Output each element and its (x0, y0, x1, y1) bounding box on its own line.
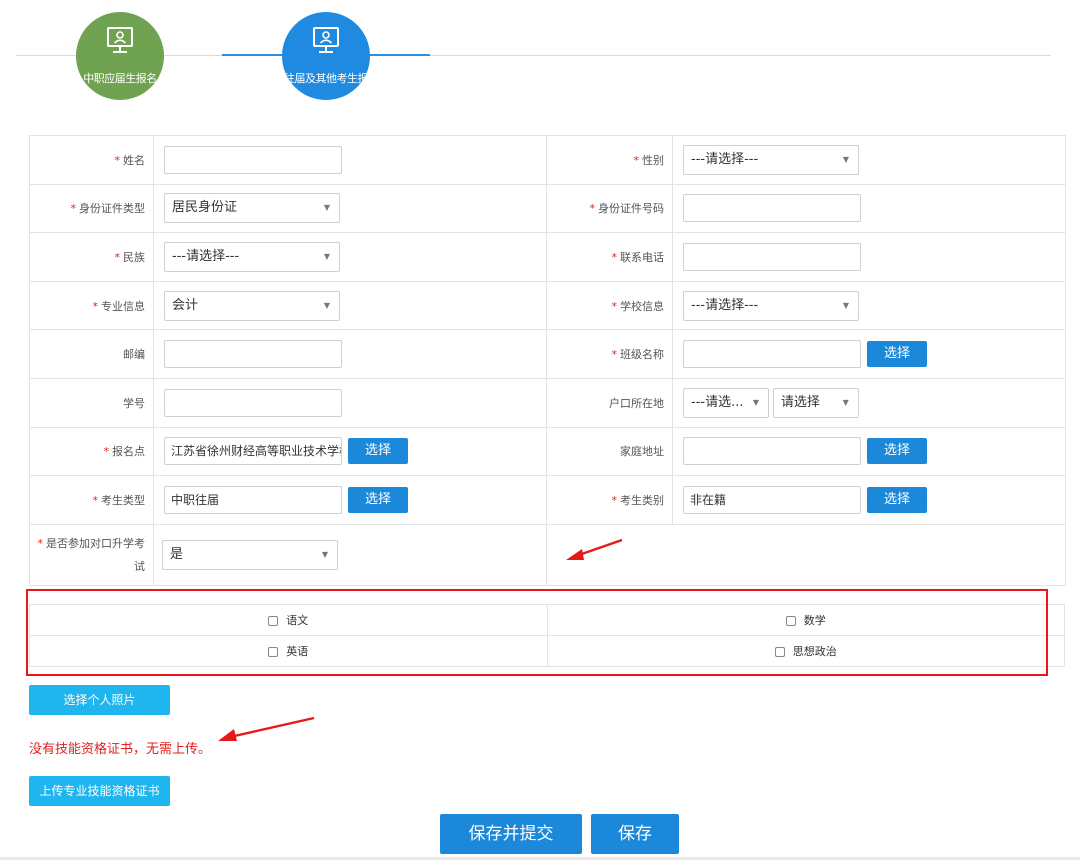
gender-select[interactable]: ---请选择--- ▼ (683, 144, 859, 175)
step-tabs: 中职应届生报名 往届及其他考生报 (0, 0, 1080, 110)
exam-category-label: * 考生类别 (546, 475, 673, 525)
site-select-button[interactable]: 选择 (348, 438, 408, 465)
form-row: * 报名点 江苏省徐州财经高等职业技术学校 选择 家庭地址 选择 (29, 426, 1066, 477)
step-label: 往届及其他考生报 (284, 72, 369, 85)
form-row: * 身份证件类型 居民身份证 ▼ * 身份证件号码 (29, 183, 1066, 234)
major-label: * 专业信息 (29, 280, 154, 331)
annotation-arrow (566, 538, 623, 560)
duikou-select[interactable]: 是 ▼ (162, 539, 338, 570)
id-number-label: * 身份证件号码 (546, 183, 673, 234)
exam-type-label: * 考生类型 (29, 475, 154, 525)
chevron-down-icon: ▼ (842, 397, 849, 407)
ethnicity-select[interactable]: ---请选择--- ▼ (164, 241, 340, 272)
form-row: * 考生类型 中职往届 选择 * 考生类别 非在籍 选择 (29, 475, 1066, 525)
school-label: * 学校信息 (546, 280, 673, 331)
postcode-input[interactable] (164, 340, 342, 369)
step-tab-current-student[interactable]: 中职应届生报名 (76, 12, 164, 100)
class-name-label: * 班级名称 (546, 329, 673, 379)
phone-label: * 联系电话 (546, 232, 673, 282)
school-select[interactable]: ---请选择--- ▼ (683, 290, 859, 321)
form-row: * 姓名 * 性别 ---请选择--- ▼ (29, 135, 1066, 185)
required-mark: * (92, 299, 99, 313)
required-mark: * (611, 299, 618, 313)
required-mark: * (114, 250, 121, 264)
chevron-down-icon: ▼ (323, 203, 330, 213)
required-mark: * (611, 348, 618, 362)
required-mark: * (70, 202, 77, 216)
address-label: 家庭地址 (546, 426, 673, 477)
form-row: * 专业信息 会计 ▼ * 学校信息 ---请选择--- ▼ (29, 280, 1066, 331)
required-mark: * (589, 202, 596, 216)
required-mark: * (633, 153, 640, 167)
select-photo-button[interactable]: 选择个人照片 (29, 685, 170, 715)
name-label: * 姓名 (29, 135, 154, 185)
save-button[interactable]: 保存 (591, 814, 679, 854)
monitor-user-icon (107, 27, 133, 53)
exam-category-select-button[interactable]: 选择 (867, 486, 927, 513)
site-label: * 报名点 (29, 426, 154, 477)
monitor-user-icon (313, 27, 339, 53)
class-name-input[interactable] (683, 340, 861, 369)
address-input[interactable] (683, 437, 861, 466)
address-select-button[interactable]: 选择 (867, 438, 927, 465)
save-submit-button[interactable]: 保存并提交 (440, 814, 582, 854)
exam-type-select-button[interactable]: 选择 (348, 486, 408, 513)
chevron-down-icon: ▼ (323, 251, 330, 261)
step-divider-line (16, 55, 1051, 56)
hukou-province-select[interactable]: ---请选... ▼ (683, 387, 769, 418)
duikou-label: * 是否参加对口升学考 试 (29, 523, 154, 586)
step-tab-previous-student[interactable]: 往届及其他考生报 (282, 12, 370, 100)
exam-category-input[interactable]: 非在籍 (683, 485, 861, 514)
required-mark: * (37, 536, 44, 550)
exam-type-input[interactable]: 中职往届 (164, 485, 342, 514)
form-row: 学号 户口所在地 ---请选... ▼ 请选择 ▼ (29, 377, 1066, 428)
hukou-label: 户口所在地 (546, 377, 673, 428)
major-select[interactable]: 会计 ▼ (164, 290, 340, 321)
required-mark: * (114, 153, 121, 167)
ethnicity-label: * 民族 (29, 232, 154, 282)
chevron-down-icon: ▼ (321, 549, 328, 559)
chevron-down-icon: ▼ (842, 300, 849, 310)
required-mark: * (103, 445, 110, 459)
required-mark: * (611, 493, 618, 507)
chevron-down-icon: ▼ (842, 154, 849, 164)
form-row: * 是否参加对口升学考 试 是 ▼ (29, 523, 1066, 586)
chevron-down-icon: ▼ (323, 300, 330, 310)
form-row: 邮编 * 班级名称 选择 (29, 329, 1066, 379)
step-label: 中职应届生报名 (83, 72, 157, 85)
annotation-arrow (218, 716, 315, 741)
id-number-input[interactable] (683, 194, 861, 223)
highlight-box (26, 589, 1048, 676)
form-row: * 民族 ---请选择--- ▼ * 联系电话 (29, 232, 1066, 282)
id-type-select[interactable]: 居民身份证 ▼ (164, 193, 340, 224)
id-type-label: * 身份证件类型 (29, 183, 154, 234)
gender-label: * 性别 (546, 135, 673, 185)
upload-certificate-button[interactable]: 上传专业技能资格证书 (29, 776, 170, 806)
required-mark: * (92, 493, 99, 507)
student-no-input[interactable] (164, 388, 342, 417)
hukou-city-select[interactable]: 请选择 ▼ (772, 387, 859, 418)
no-certificate-note: 没有技能资格证书，无需上传。 (29, 742, 212, 757)
site-input[interactable]: 江苏省徐州财经高等职业技术学校 (164, 437, 342, 466)
registration-form: * 姓名 * 性别 ---请选择--- ▼ * 身份证件类型 居民身份证 ▼ * 身份证件号… (29, 135, 1066, 586)
class-select-button[interactable]: 选择 (867, 341, 927, 368)
student-no-label: 学号 (29, 377, 154, 428)
phone-input[interactable] (683, 242, 861, 271)
postcode-label: 邮编 (29, 329, 154, 379)
name-input[interactable] (164, 145, 342, 174)
chevron-down-icon: ▼ (752, 397, 759, 407)
required-mark: * (611, 250, 618, 264)
